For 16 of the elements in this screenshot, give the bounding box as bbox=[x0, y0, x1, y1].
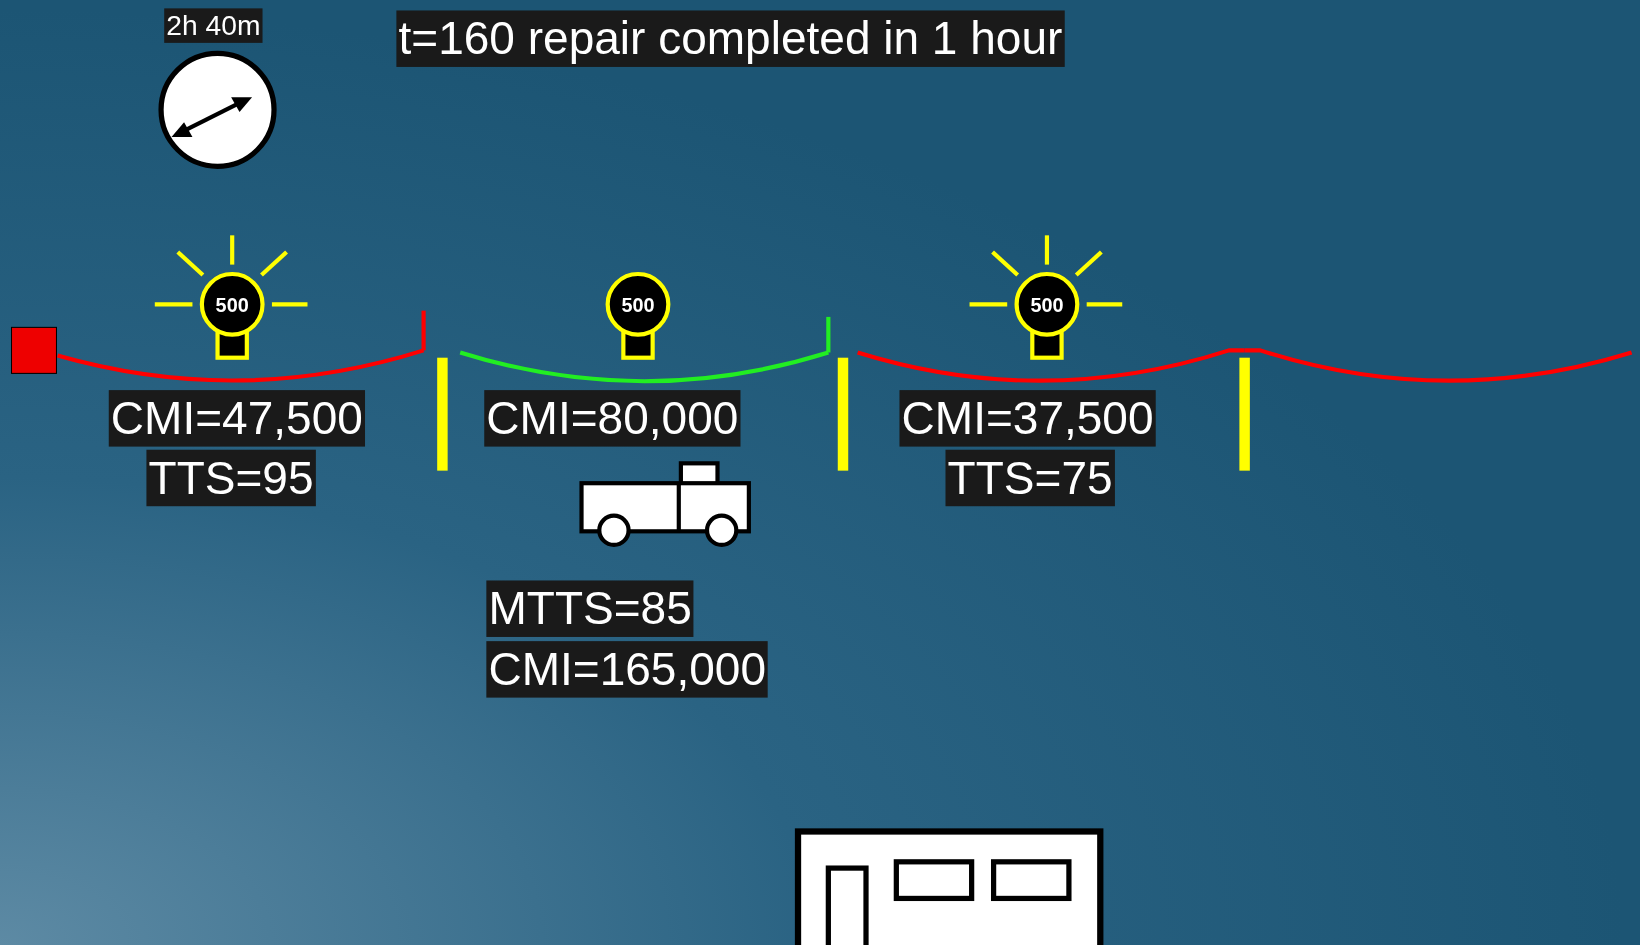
clock-icon bbox=[158, 50, 277, 169]
crew-stat: MTTS=85 bbox=[486, 580, 694, 637]
section-stat: CMI=37,500 bbox=[899, 390, 1156, 447]
bulb-label: 500 bbox=[1030, 293, 1064, 316]
section-stat: TTS=95 bbox=[146, 449, 316, 507]
section-stat: CMI=47,500 bbox=[108, 390, 365, 447]
source-marker bbox=[10, 326, 57, 374]
building-icon bbox=[794, 828, 1104, 945]
clock-label: 2h 40m bbox=[164, 8, 263, 43]
truck-icon bbox=[579, 461, 751, 547]
section-stat: CMI=80,000 bbox=[484, 390, 741, 447]
bulb-label: 500 bbox=[215, 293, 249, 316]
crew-stat: CMI=165,000 bbox=[486, 641, 769, 698]
section-stat: TTS=75 bbox=[945, 449, 1115, 507]
bulb-label: 500 bbox=[621, 293, 655, 316]
status-message: t=160 repair completed in 1 hour bbox=[396, 10, 1065, 67]
